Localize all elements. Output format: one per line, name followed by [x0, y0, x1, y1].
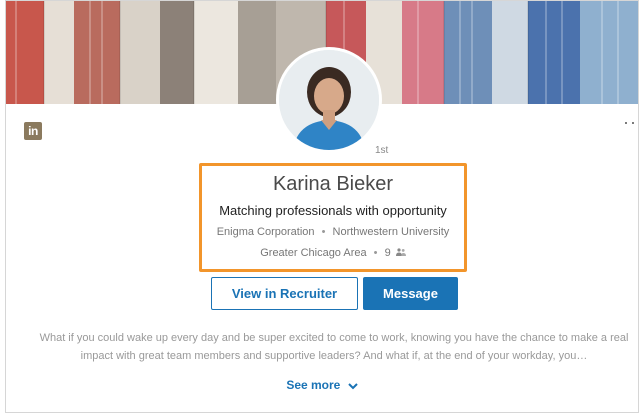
profile-school[interactable]: Northwestern University [333, 226, 450, 238]
view-in-recruiter-button[interactable]: View in Recruiter [211, 277, 358, 310]
profile-photo [279, 50, 379, 150]
profile-location-connections: Greater Chicago Area • 9 [199, 247, 467, 259]
profile-summary: What if you could wake up every day and … [39, 332, 629, 362]
connection-degree: 1st [375, 145, 389, 156]
linkedin-logo-icon: in [24, 122, 42, 140]
profile-card: in ··· 1st Karina Bieker Matching profes… [5, 0, 639, 413]
profile-company-school: Enigma Corporation • Northwestern Univer… [199, 226, 467, 238]
more-options-icon[interactable]: ··· [623, 113, 638, 131]
connections-icon [395, 247, 406, 259]
profile-headline: Matching professionals with opportunity [219, 203, 447, 218]
see-more-label: See more [286, 378, 341, 392]
profile-location: Greater Chicago Area [260, 247, 367, 259]
chevron-down-icon [347, 379, 358, 393]
message-button[interactable]: Message [363, 277, 458, 310]
profile-name: Karina Bieker [272, 173, 394, 195]
meta-separator: • [321, 226, 326, 238]
connections-count[interactable]: 9 [385, 247, 391, 259]
meta-separator: • [373, 247, 378, 259]
avatar[interactable] [276, 47, 382, 153]
see-more-link[interactable]: See more [6, 378, 638, 393]
profile-company[interactable]: Enigma Corporation [217, 226, 315, 238]
